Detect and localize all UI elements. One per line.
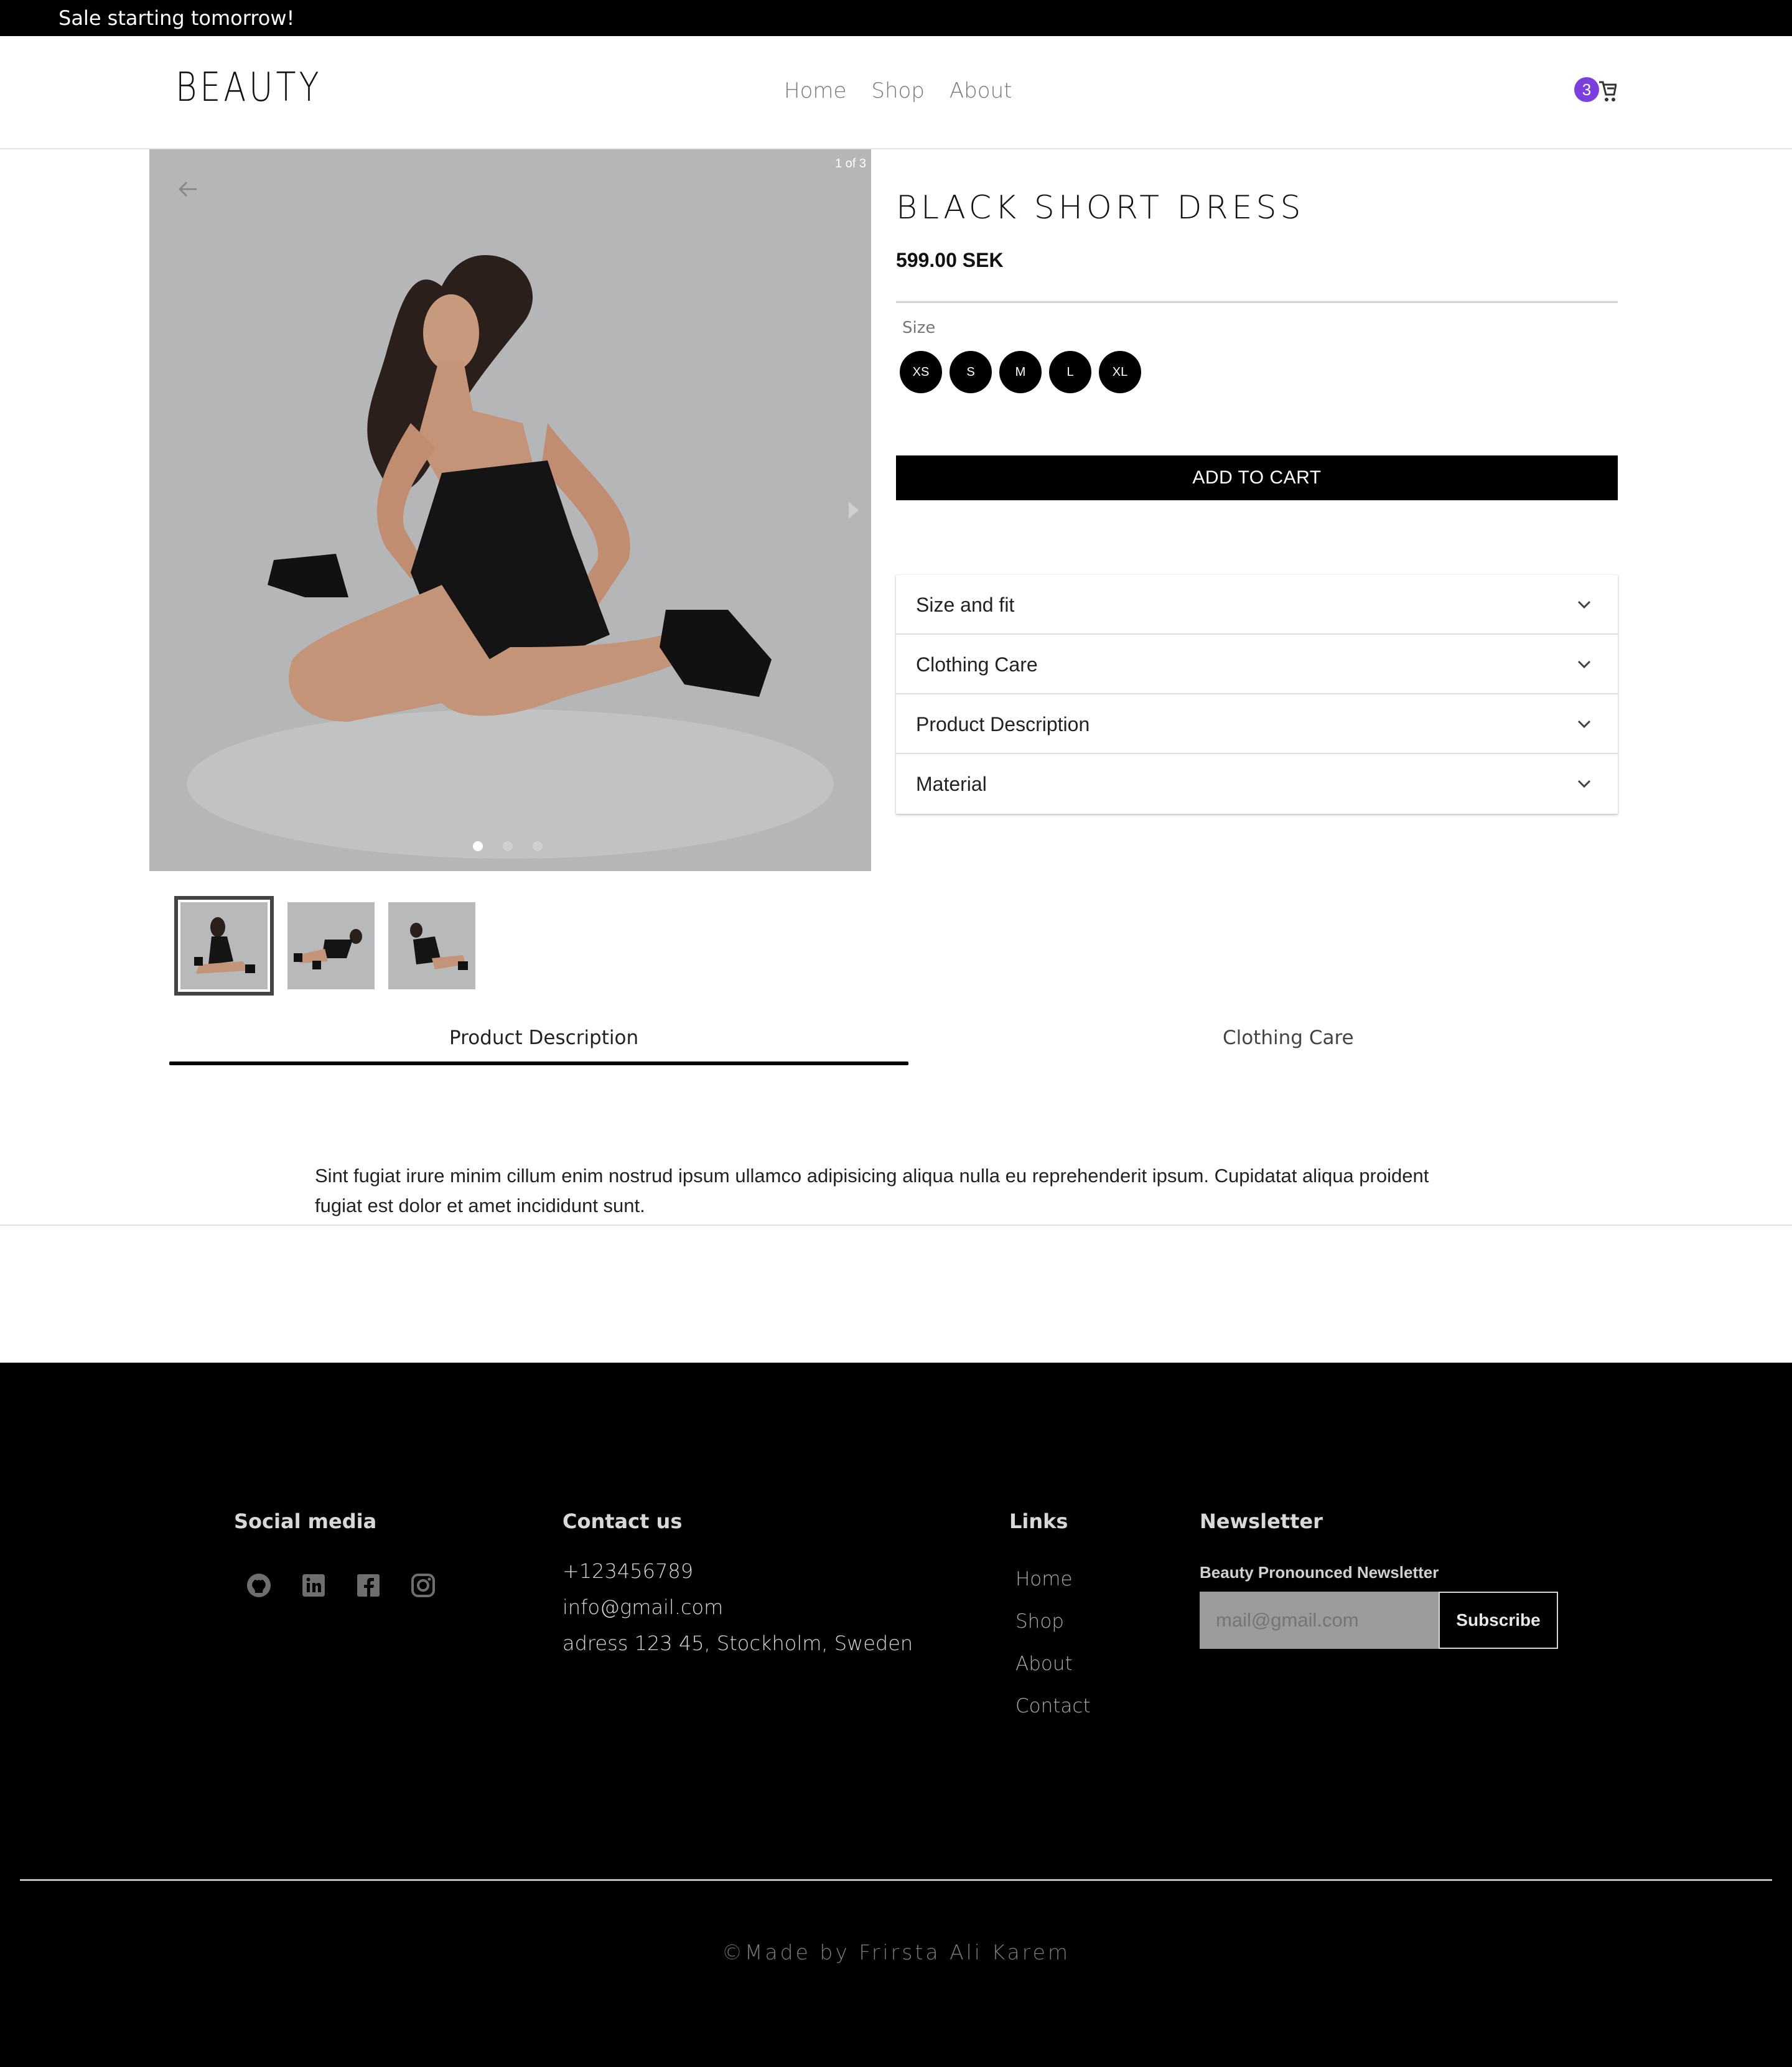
accordion-label: Product Description [916, 713, 1090, 735]
thumbnail-image [287, 902, 375, 989]
accordion-item-product-description[interactable]: Product Description [896, 694, 1618, 754]
model-photo [149, 149, 871, 871]
accordion-item-size-and-fit[interactable]: Size and fit [896, 575, 1618, 635]
footer-link-shop[interactable]: Shop [1015, 1610, 1064, 1633]
size-option-xs[interactable]: XS [900, 351, 942, 393]
instagram-icon[interactable] [409, 1572, 437, 1599]
footer-links-heading: Links [1009, 1509, 1068, 1533]
footer-divider [20, 1879, 1772, 1881]
chevron-down-icon [1577, 600, 1591, 609]
site-header: BEAUTY Home Shop About 3 [0, 36, 1792, 149]
footer-contact-heading: Contact us [562, 1509, 683, 1533]
carousel-dots [473, 841, 543, 851]
product-accordion: Size and fit Clothing Care Product Descr… [896, 575, 1618, 814]
cart-count-badge: 3 [1574, 77, 1599, 102]
cart-button[interactable]: 3 [1574, 77, 1617, 106]
footer-link-about[interactable]: About [1015, 1653, 1073, 1675]
accordion-label: Material [916, 773, 987, 795]
size-option-m[interactable]: M [999, 351, 1042, 393]
product-main-image[interactable]: 1 of 3 [149, 149, 871, 871]
nav-about[interactable]: About [950, 78, 1012, 103]
thumbnail-3[interactable] [388, 902, 475, 989]
site-footer: Social media Contact us +123456789 info@… [0, 1363, 1792, 2067]
promo-banner-text: Sale starting tomorrow! [58, 6, 295, 30]
arrow-right-icon[interactable] [846, 499, 861, 521]
promo-banner: Sale starting tomorrow! [0, 0, 1792, 36]
section-divider [0, 1225, 1792, 1226]
footer-social-heading: Social media [234, 1509, 377, 1533]
site-logo[interactable]: BEAUTY [175, 65, 322, 111]
newsletter-email-input[interactable] [1200, 1592, 1440, 1649]
nav-home[interactable]: Home [784, 78, 846, 103]
thumbnail-strip [174, 896, 475, 996]
contact-phone: +123456789 [562, 1559, 694, 1583]
thumbnail-2[interactable] [287, 902, 375, 989]
accordion-label: Clothing Care [916, 653, 1038, 676]
product-title: BLACK SHORT DRESS [896, 189, 1305, 226]
active-tab-indicator [169, 1061, 908, 1065]
size-option-xl[interactable]: XL [1099, 351, 1141, 393]
contact-email: info@gmail.com [562, 1595, 724, 1619]
social-links [245, 1572, 437, 1599]
footer-link-contact[interactable]: Contact [1015, 1695, 1091, 1717]
github-icon[interactable] [245, 1572, 273, 1599]
carousel-dot[interactable] [533, 841, 543, 851]
chevron-down-icon [1577, 660, 1591, 669]
cart-icon [1599, 81, 1617, 101]
size-option-l[interactable]: L [1049, 351, 1091, 393]
accordion-item-material[interactable]: Material [896, 754, 1618, 814]
facebook-icon[interactable] [355, 1572, 382, 1599]
main-nav: Home Shop About [784, 78, 1012, 103]
size-label: Size [902, 319, 936, 337]
thumbnail-image [388, 902, 475, 989]
newsletter-label: Beauty Pronounced Newsletter [1200, 1563, 1439, 1582]
carousel-dot[interactable] [473, 841, 483, 851]
chevron-down-icon [1577, 720, 1591, 729]
arrow-left-icon[interactable] [175, 177, 200, 202]
footer-link-home[interactable]: Home [1015, 1568, 1073, 1590]
image-counter: 1 of 3 [834, 157, 866, 170]
tab-product-description[interactable]: Product Description [449, 1027, 638, 1049]
linkedin-icon[interactable] [300, 1572, 327, 1599]
add-to-cart-button[interactable]: ADD TO CART [896, 455, 1618, 500]
footer-newsletter-heading: Newsletter [1200, 1509, 1323, 1533]
carousel-dot[interactable] [503, 841, 513, 851]
copyright-text: ©Made by Frirsta Ali Karem [721, 1940, 1071, 1964]
tab-clothing-care[interactable]: Clothing Care [1223, 1027, 1354, 1049]
product-price: 599.00 SEK [896, 249, 1004, 271]
size-option-s[interactable]: S [950, 351, 992, 393]
contact-address: adress 123 45, Stockholm, Sweden [562, 1631, 913, 1655]
accordion-label: Size and fit [916, 594, 1015, 616]
thumbnail-1[interactable] [174, 896, 274, 996]
tab-content-text: Sint fugiat irure minim cillum enim nost… [315, 1165, 1429, 1216]
size-selector: XS S M L XL [900, 351, 1141, 393]
nav-shop[interactable]: Shop [871, 78, 925, 103]
chevron-down-icon [1577, 780, 1591, 788]
divider [896, 301, 1618, 303]
thumbnail-image [194, 917, 255, 974]
subscribe-button[interactable]: Subscribe [1439, 1592, 1558, 1649]
accordion-item-clothing-care[interactable]: Clothing Care [896, 635, 1618, 694]
